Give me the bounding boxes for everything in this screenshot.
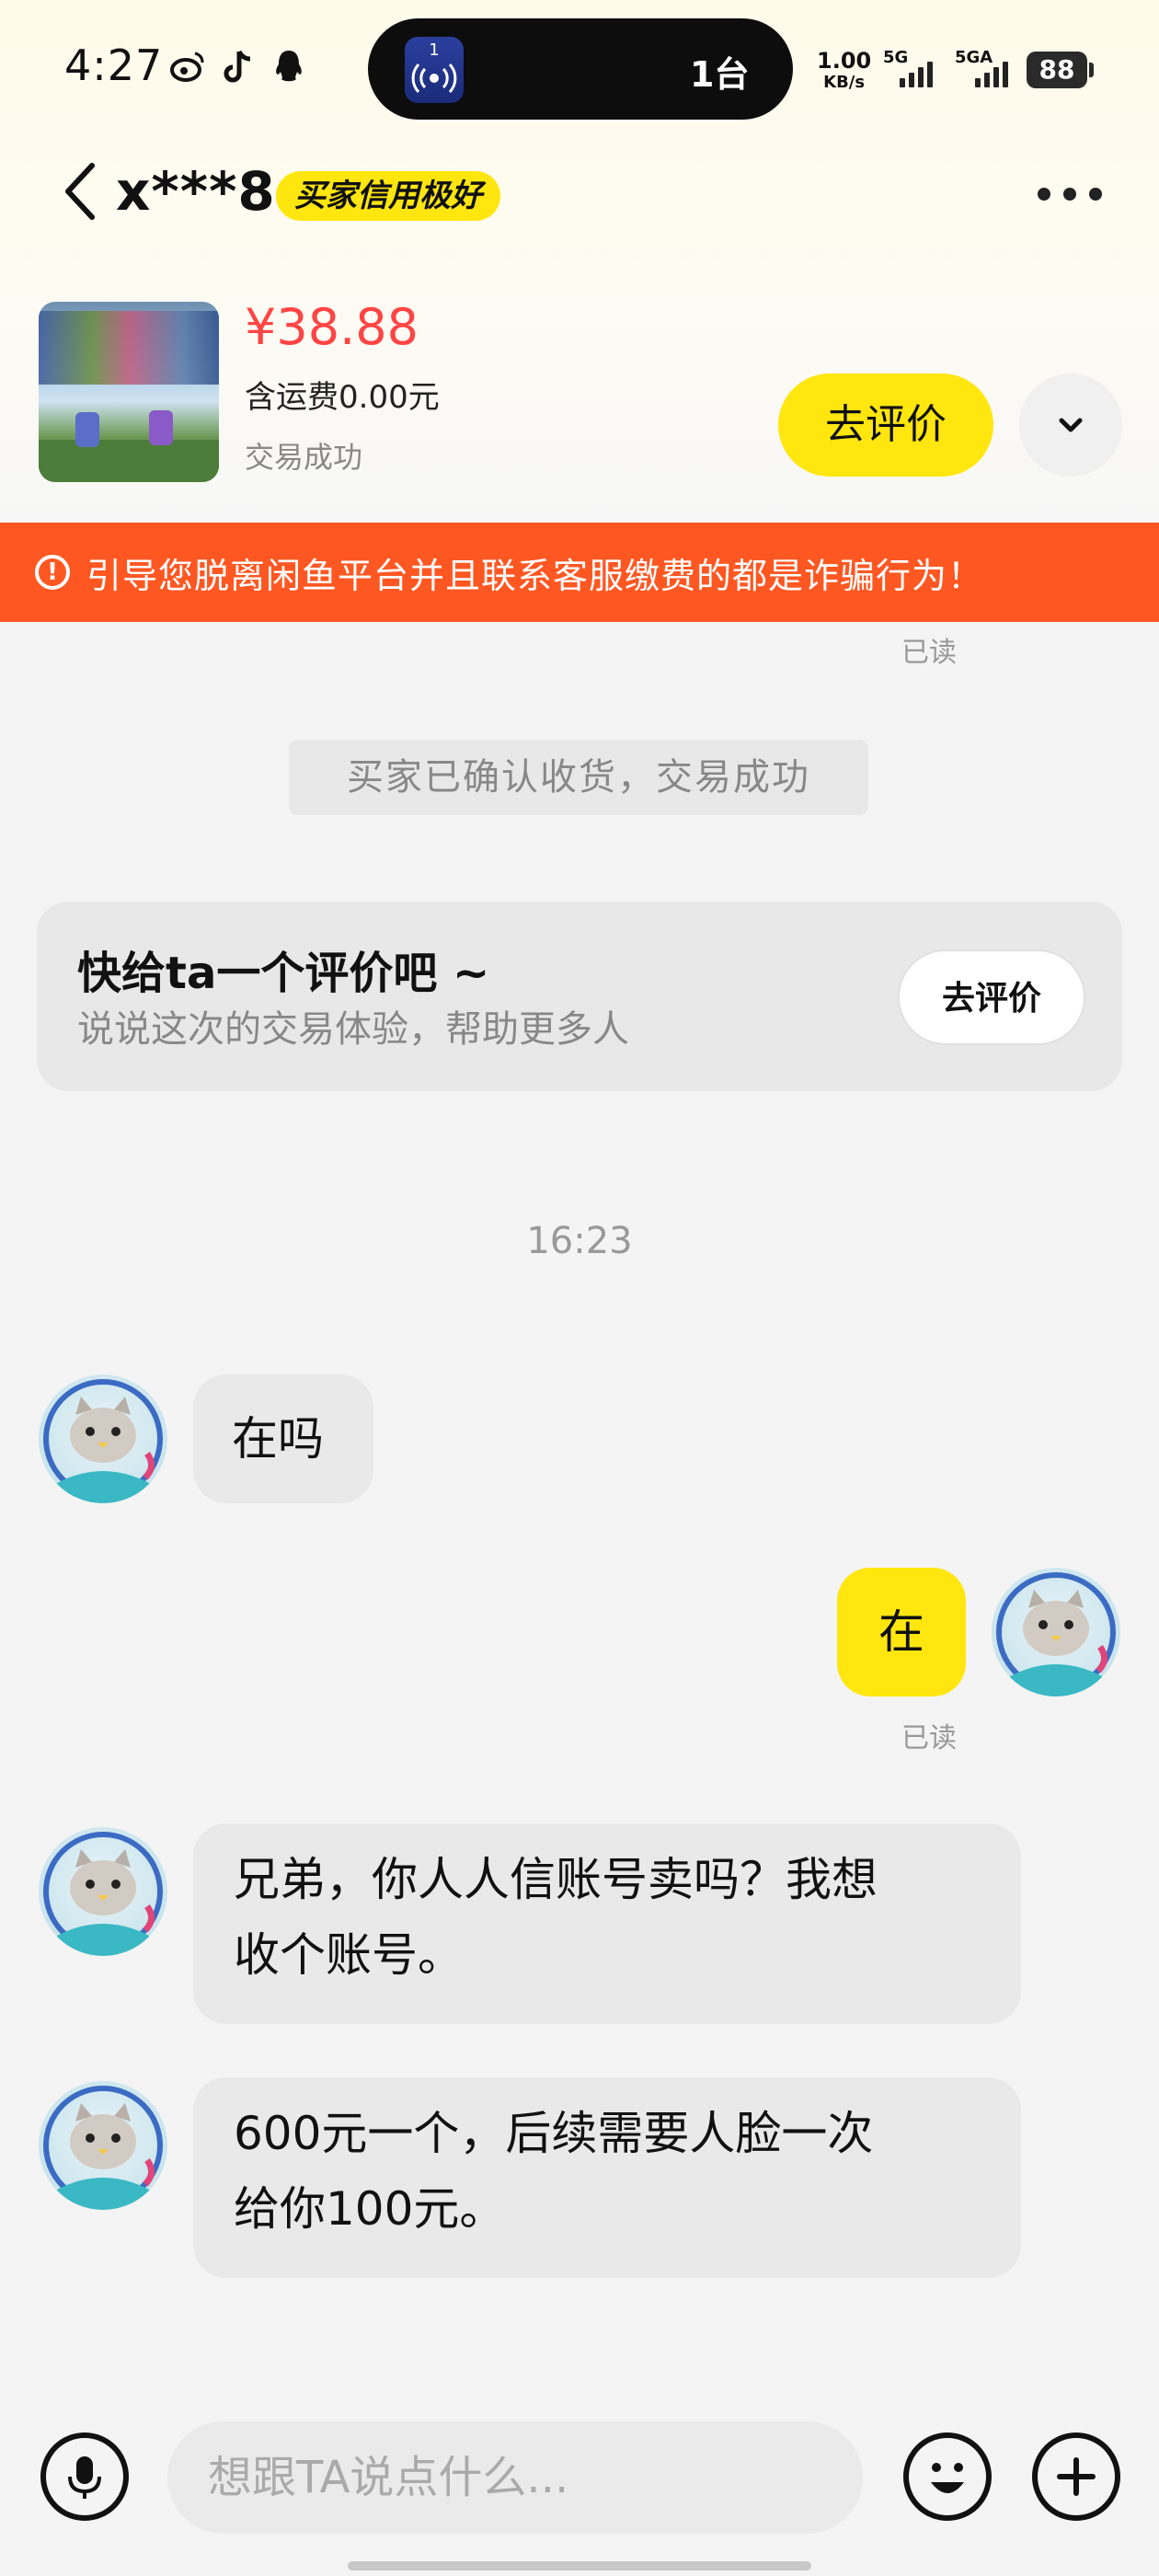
message-text-line: 给你100元。 bbox=[234, 2182, 506, 2236]
read-receipt: 已读 bbox=[901, 637, 957, 669]
message-bubble-outgoing[interactable]: 在 bbox=[837, 1568, 966, 1696]
thumbnail-scene-grass bbox=[39, 440, 219, 482]
chat-user-name[interactable]: x***8 bbox=[116, 160, 276, 223]
network-speed: 1.00 KB/s bbox=[817, 50, 871, 94]
review-prompt-button[interactable]: 去评价 bbox=[898, 949, 1085, 1045]
cat-avatar-icon bbox=[43, 1379, 163, 1503]
message-bubble-incoming[interactable]: 600元一个，后续需要人脸一次 给你100元。 bbox=[193, 2077, 1021, 2278]
plus-icon bbox=[1057, 2457, 1096, 2496]
message-text-line: 收个账号。 bbox=[234, 1928, 464, 1982]
cat-avatar-icon bbox=[996, 1572, 1116, 1696]
warning-icon: ! bbox=[35, 555, 70, 590]
more-options-button[interactable] bbox=[1038, 188, 1102, 201]
thumbnail-scene-top bbox=[39, 311, 219, 385]
expand-button[interactable] bbox=[1019, 374, 1122, 477]
home-indicator[interactable] bbox=[348, 2561, 811, 2570]
more-actions-button[interactable] bbox=[1032, 2432, 1120, 2521]
avatar[interactable] bbox=[39, 2081, 167, 2210]
battery-tip bbox=[1089, 63, 1094, 77]
my-avatar[interactable] bbox=[992, 1568, 1120, 1696]
island-app-icon[interactable]: 1 bbox=[405, 37, 464, 103]
thumbnail-character bbox=[149, 410, 173, 445]
warning-text: 引导您脱离闲鱼平台并且联系客服缴费的都是诈骗行为！ bbox=[86, 555, 984, 596]
review-button[interactable]: 去评价 bbox=[778, 374, 993, 477]
more-dot-icon bbox=[1063, 188, 1076, 201]
more-dot-icon bbox=[1089, 188, 1102, 201]
chevron-left-icon bbox=[65, 163, 95, 220]
product-price: ¥38.88 bbox=[245, 298, 419, 356]
cat-avatar-icon bbox=[43, 1832, 163, 1956]
island-app-badge: 1 bbox=[429, 40, 440, 60]
back-button[interactable] bbox=[55, 158, 107, 224]
emoji-button[interactable] bbox=[903, 2432, 992, 2521]
message-input[interactable]: 想跟TA说点什么... bbox=[167, 2421, 863, 2534]
island-text: 1台 bbox=[690, 54, 750, 95]
message-bubble-incoming[interactable]: 兄弟，你人人信账号卖吗？我想 收个账号。 bbox=[193, 1823, 1021, 2024]
product-shipping: 含运费0.00元 bbox=[245, 379, 440, 416]
thumbnail-character bbox=[75, 412, 99, 447]
signal-5g: 5G bbox=[883, 48, 933, 87]
more-dot-icon bbox=[1038, 188, 1050, 201]
weibo-icon bbox=[169, 48, 206, 85]
voice-input-button[interactable] bbox=[40, 2432, 129, 2521]
message-text-line: 兄弟，你人人信账号卖吗？我想 bbox=[234, 1853, 878, 1906]
network-speed-unit: KB/s bbox=[823, 73, 866, 92]
deal-status: 交易成功 bbox=[245, 440, 363, 475]
message-bubble-incoming[interactable]: 在吗 bbox=[193, 1374, 373, 1503]
avatar[interactable] bbox=[39, 1374, 167, 1503]
battery-indicator: 88 bbox=[1027, 52, 1087, 88]
message-text: 在 bbox=[878, 1605, 924, 1659]
signal-5ga: 5GA bbox=[955, 48, 1008, 87]
review-prompt-title: 快给ta一个评价吧 ~ bbox=[77, 948, 490, 999]
credit-badge[interactable]: 买家信用极好 bbox=[276, 171, 500, 221]
status-time: 4:27 bbox=[64, 40, 164, 90]
system-message: 买家已确认收货，交易成功 bbox=[289, 740, 868, 815]
avatar[interactable] bbox=[39, 1827, 167, 1956]
product-thumbnail[interactable] bbox=[39, 302, 219, 482]
fraud-warning-banner: ! 引导您脱离闲鱼平台并且联系客服缴费的都是诈骗行为！ bbox=[0, 523, 1159, 622]
cat-avatar-icon bbox=[43, 2086, 163, 2210]
broadcast-icon bbox=[411, 63, 457, 94]
review-prompt-subtitle: 说说这次的交易体验，帮助更多人 bbox=[77, 1008, 629, 1051]
chevron-down-icon bbox=[1059, 418, 1083, 432]
network-speed-value: 1.00 bbox=[817, 48, 872, 74]
message-text: 在吗 bbox=[232, 1412, 324, 1466]
microphone-icon bbox=[68, 2456, 101, 2499]
read-receipt: 已读 bbox=[901, 1722, 957, 1754]
smiley-icon bbox=[931, 2463, 964, 2493]
chat-timestamp: 16:23 bbox=[526, 1220, 633, 1262]
tiktok-icon bbox=[221, 48, 258, 85]
message-text-line: 600元一个，后续需要人脸一次 bbox=[234, 2107, 874, 2160]
qq-icon bbox=[270, 48, 307, 85]
